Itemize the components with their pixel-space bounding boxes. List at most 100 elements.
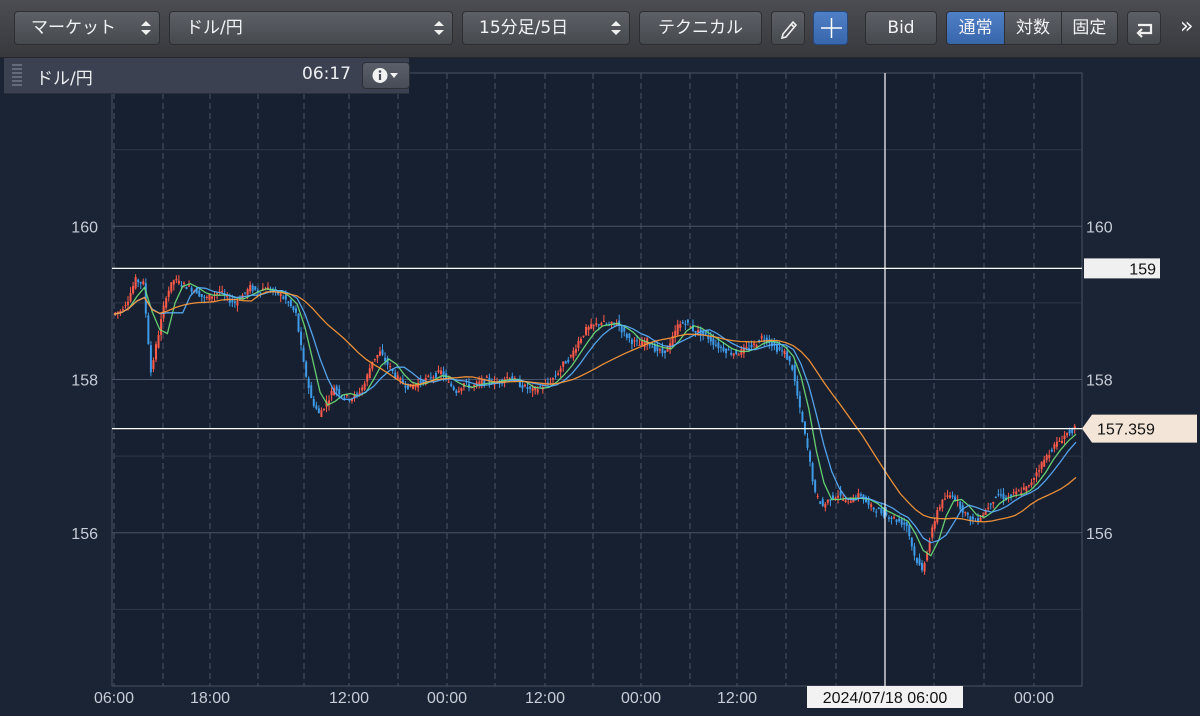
candle-body [951,495,954,497]
candle-body [1012,492,1015,494]
candle-body [903,522,906,525]
candle-body [1010,494,1013,497]
candle-body [254,286,257,290]
candle-body [635,340,638,342]
candle-body [946,495,949,498]
candle-body [737,354,740,356]
candle-body [1038,470,1041,472]
candle-body [284,295,287,300]
candle-body [786,351,789,360]
candle-body [399,378,402,380]
candle-body [233,301,236,304]
candle-body [875,511,878,513]
candle-body [348,399,351,401]
drag-handle-icon[interactable] [12,64,22,88]
candle-body [564,361,567,364]
candle-body [188,285,191,287]
x-tick-label: 00:00 [621,690,661,707]
candle-body [259,292,262,294]
candle-body [310,385,313,398]
candle-body [831,495,834,500]
candle-body [704,332,707,335]
candle-body [559,368,562,372]
candle-body [317,408,320,413]
candle-body [933,521,936,529]
candle-body [1053,444,1056,449]
candle-body [859,494,862,496]
candle-body [910,537,913,547]
candle-body [602,320,605,322]
candle-body [198,290,201,297]
candle-body [971,516,974,520]
candle-body [732,353,735,356]
y-tick-label-left: 158 [71,373,98,390]
candle-body [633,340,636,342]
candle-body [142,281,145,285]
candle-body [429,377,432,379]
candle-body [521,385,524,389]
candle-body [806,438,809,448]
candle-body [210,296,213,299]
candle-body [887,517,890,519]
candle-body [562,361,565,367]
candle-body [885,512,888,515]
candle-body [149,345,152,373]
candle-body [154,344,157,360]
y-tick-label-left: 160 [71,219,98,236]
candle-body [908,525,911,536]
info-symbol: ドル/円 [36,69,93,89]
candle-body [684,323,687,326]
x-tick-label: 12:00 [329,690,369,707]
candle-body [921,563,924,571]
candle-body [1025,486,1028,492]
candle-body [1027,485,1030,487]
candle-body [898,518,901,522]
candle-body [694,330,697,333]
x-tick-label: 00:00 [1014,690,1054,707]
candle-body [160,319,163,335]
info-dropdown-button[interactable] [362,62,410,89]
candle-body [381,349,384,355]
candle-body [129,293,132,302]
candle-body [949,495,952,498]
y-tick-label-right: 158 [1086,373,1113,390]
candle-body [244,292,247,294]
candle-body [335,386,338,391]
candle-body [821,499,824,506]
candle-body [987,507,990,509]
candle-body [450,383,453,387]
candle-body [152,360,155,370]
candle-body [1066,432,1069,436]
candle-body [300,331,303,345]
candle-body [592,324,595,326]
candle-body [356,393,359,395]
candle-body [205,296,208,298]
candle-body [246,289,249,295]
candle-body [552,378,555,380]
candle-body [190,287,193,292]
candle-body [679,324,682,329]
candle-body [824,503,827,508]
candle-body [167,290,170,297]
candle-body [485,376,488,378]
candle-body [816,496,819,498]
candle-body [727,349,730,351]
candle-body [396,375,399,379]
candle-body [1050,449,1053,452]
candle-body [455,390,458,394]
candle-body [389,366,392,368]
price-chart[interactable]: 160 158 156 160 158 156 06:00 18:00 12:00 00:00… [0,0,1200,716]
candle-body [964,512,967,514]
candle-body [124,304,127,306]
candle-body [798,395,801,408]
candle-body [791,365,794,370]
candle-body [1035,472,1038,477]
candle-body [994,496,997,499]
candle-body [931,527,934,538]
candle-body [941,499,944,509]
candle-body [315,405,318,409]
candle-body [781,350,784,352]
candle-body [524,384,527,387]
x-tick-label: 12:00 [717,690,757,707]
candle-body [625,333,628,338]
